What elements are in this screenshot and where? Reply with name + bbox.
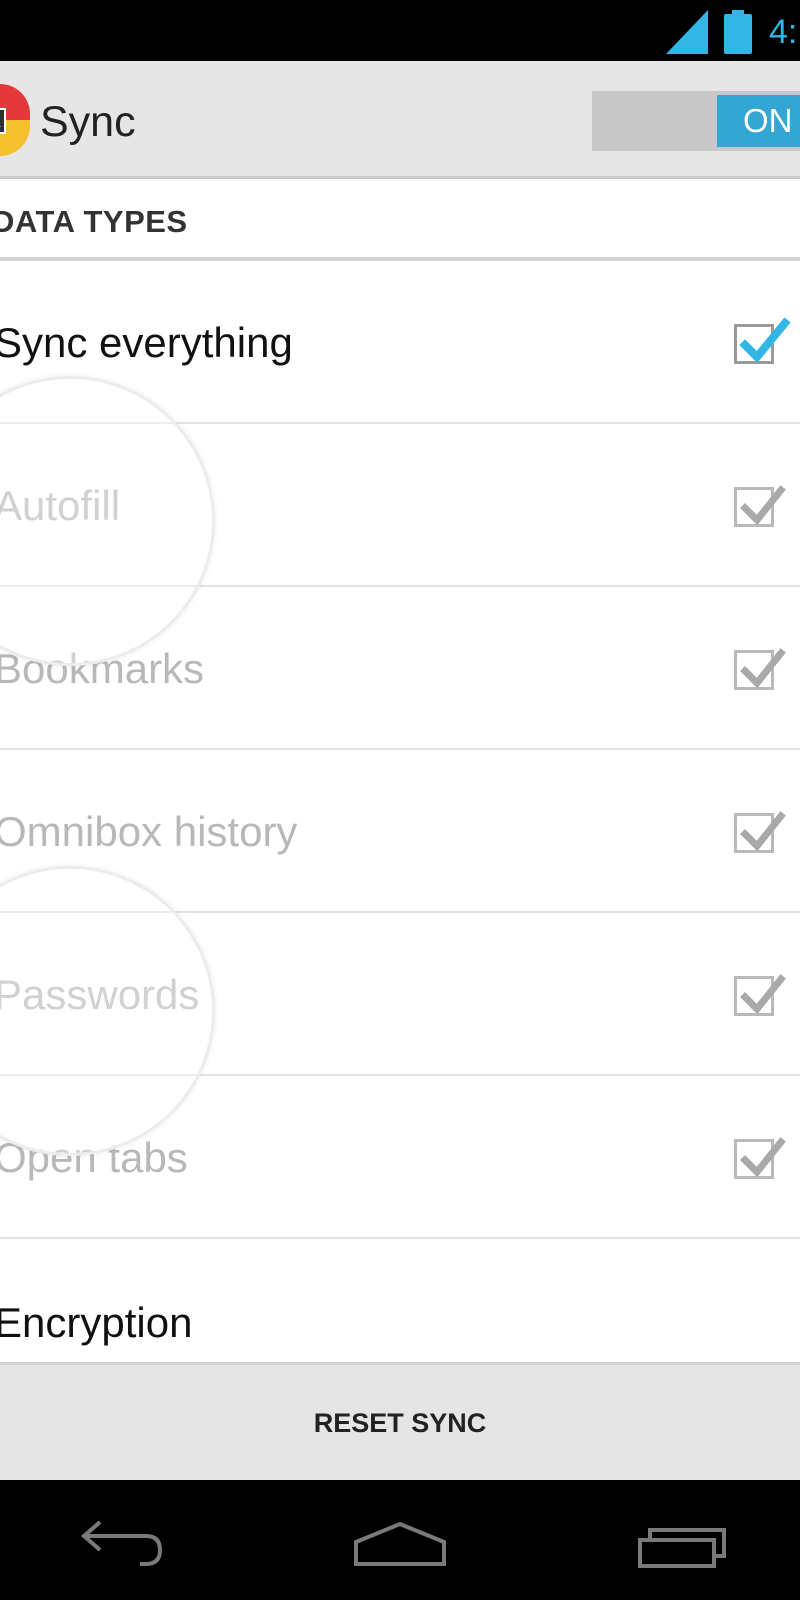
sync-settings-screen: 4: TA Sync ON DATA TYPES Sync everything… [0, 0, 800, 1600]
checkmark-icon [740, 1137, 786, 1178]
row-sync-everything[interactable]: Sync everything [0, 261, 800, 424]
signal-icon [666, 10, 708, 54]
autofill-checkbox[interactable] [734, 485, 786, 527]
row-open-tabs[interactable]: Open tabs [0, 1076, 800, 1239]
row-autofill[interactable]: Autofill [0, 424, 800, 587]
row-encryption[interactable]: Encryption [0, 1240, 800, 1362]
row-label: Open tabs [0, 1134, 188, 1181]
back-icon [80, 1520, 163, 1566]
sync-master-toggle[interactable]: ON [592, 91, 800, 151]
omnibox-history-checkbox[interactable] [734, 811, 786, 853]
checkmark-icon [740, 648, 786, 689]
page-title: Sync [40, 98, 136, 146]
footer-bar: RESET SYNC [0, 1362, 800, 1480]
reset-sync-button[interactable]: RESET SYNC [250, 1391, 550, 1455]
app-icon-text: TA [0, 108, 6, 134]
navigation-bar [0, 1480, 800, 1600]
battery-icon [724, 10, 752, 54]
recent-apps-icon [638, 1528, 726, 1568]
checkmark-icon [740, 485, 786, 526]
toggle-on-label: ON [717, 95, 800, 147]
back-button[interactable] [60, 1500, 180, 1580]
row-label: Bookmarks [0, 645, 205, 692]
status-bar: 4: [0, 0, 800, 61]
row-passwords[interactable]: Passwords [0, 913, 800, 1076]
home-button[interactable] [340, 1500, 460, 1580]
open-tabs-checkbox[interactable] [734, 1137, 786, 1179]
section-header: DATA TYPES [0, 179, 800, 261]
row-omnibox-history[interactable]: Omnibox history [0, 750, 800, 913]
row-label: Autofill [0, 482, 121, 529]
checkmark-icon [739, 317, 791, 363]
row-label: Sync everything [0, 319, 293, 366]
home-icon [354, 1521, 446, 1566]
passwords-checkbox[interactable] [734, 974, 786, 1016]
section-title: DATA TYPES [0, 204, 188, 239]
checkmark-icon [740, 974, 786, 1015]
action-bar: TA Sync ON [0, 61, 800, 179]
bookmarks-checkbox[interactable] [734, 648, 786, 690]
sync-everything-checkbox[interactable] [734, 317, 791, 364]
status-time: 4: [769, 13, 798, 51]
row-label: Omnibox history [0, 808, 298, 855]
recent-apps-button[interactable] [620, 1500, 740, 1580]
app-icon[interactable]: TA [0, 84, 30, 156]
row-label: Encryption [0, 1299, 193, 1346]
row-label: Passwords [0, 971, 200, 1018]
row-bookmarks[interactable]: Bookmarks [0, 587, 800, 750]
checkmark-icon [740, 811, 786, 852]
